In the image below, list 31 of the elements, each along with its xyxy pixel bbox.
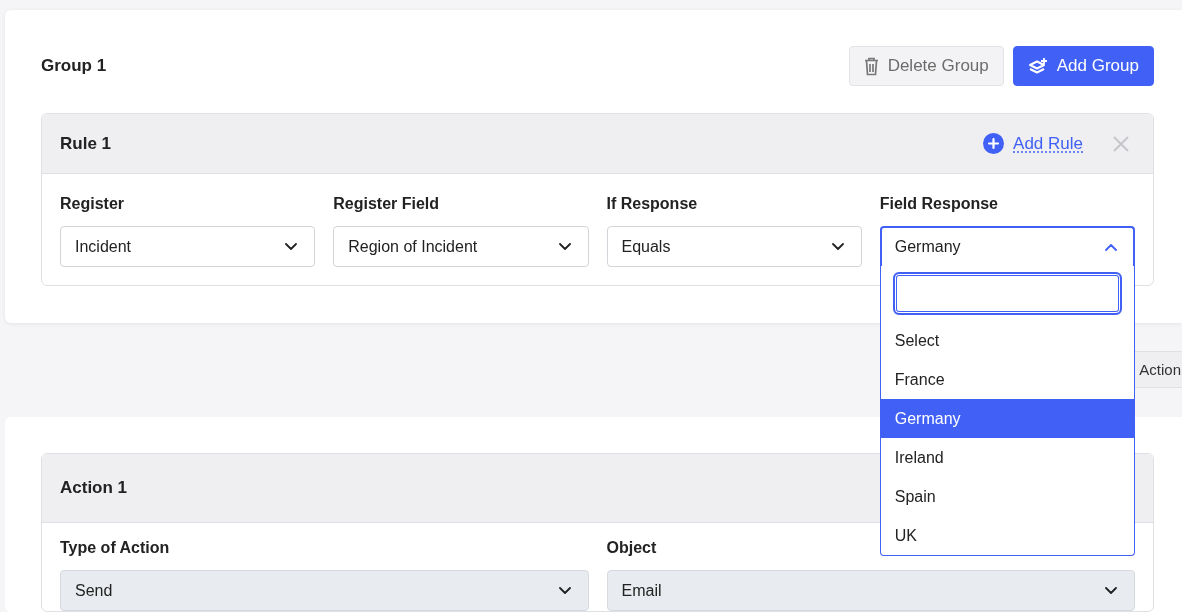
dropdown-option[interactable]: Ireland [880,438,1134,477]
field-label: Type of Action [60,539,171,557]
rule-title: Rule 1 [60,133,112,154]
action-title: Action 1 [60,478,128,498]
field-label: Object [606,539,658,557]
add-rule-link[interactable]: Add Rule [983,133,1083,154]
select-field[interactable]: Germany [879,226,1135,267]
chevron-down-icon [831,242,844,251]
field-label: If Response [606,195,699,213]
chevron-down-icon [1105,586,1117,595]
select-field[interactable]: Equals [606,226,862,267]
chevron-down-icon [285,242,298,251]
group-title: Group 1 [41,56,107,76]
layers-plus-icon [1027,57,1048,75]
dropdown-option[interactable]: Spain [880,477,1134,516]
dropdown-option[interactable]: France [880,360,1134,399]
field-label: Field Response [879,195,999,213]
dropdown-option[interactable]: Select [880,321,1134,360]
chevron-down-icon [558,242,571,251]
plus-circle-icon [983,133,1005,154]
field-label: Register [60,195,126,213]
field-label: Register Field [333,195,441,213]
chevron-up-icon [1105,243,1117,251]
dropdown-option[interactable]: UK [880,516,1134,555]
trash-icon [863,56,879,76]
dropdown-option[interactable]: Germany [880,399,1134,438]
select-field[interactable]: Incident [60,226,316,267]
select-field[interactable]: Region of Incident [333,226,589,267]
add-group-button[interactable]: Add Group [1012,46,1154,86]
chevron-down-icon [558,586,571,595]
search-field[interactable] [892,272,1122,315]
